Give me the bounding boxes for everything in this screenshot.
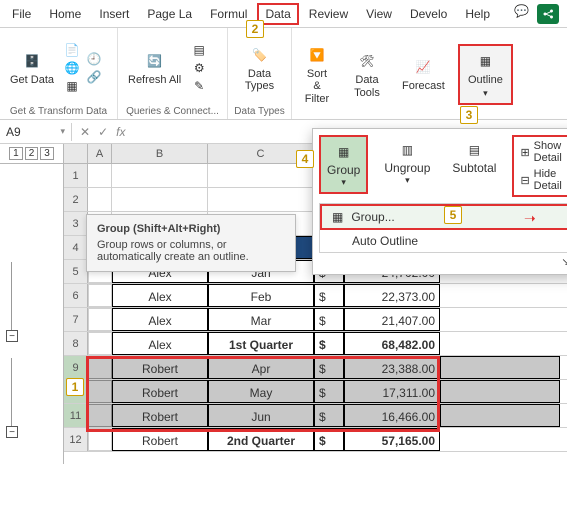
row-8: 8Alex1st Quarter$68,482.00	[64, 332, 567, 356]
outline-button[interactable]: ▦ Outline ▾	[458, 44, 513, 105]
tab-file[interactable]: File	[4, 3, 39, 25]
outline-collapse-2[interactable]: −	[6, 426, 18, 438]
group-icon: ▦	[333, 141, 355, 163]
chevron-down-icon: ▾	[341, 177, 346, 188]
tab-insert[interactable]: Insert	[91, 3, 137, 25]
forecast-icon: 📈	[412, 56, 434, 78]
outline-dropdown: ▦ Group ▾ ▥ Ungroup ▾ ▤ Subtotal ⊞Show D…	[312, 128, 567, 275]
sort-filter-icon: 🔽	[306, 44, 328, 66]
outline-collapse-1[interactable]: −	[6, 330, 18, 342]
row-11: 11RobertJun$16,466.00	[64, 404, 567, 428]
callout-5: 5	[444, 206, 462, 224]
arrow-icon: ➝	[524, 210, 536, 227]
tab-developer[interactable]: Develo	[402, 3, 455, 25]
chevron-down-icon: ▾	[483, 88, 488, 99]
auto-outline-menu-item[interactable]: Auto Outline	[320, 230, 567, 252]
dialog-launcher-icon[interactable]: ↘	[561, 257, 567, 268]
data-tools-icon: 🛠	[356, 50, 378, 72]
callout-1: 1	[66, 378, 84, 396]
queries-icon[interactable]: ▤	[191, 42, 207, 58]
row-7: 7AlexMar$21,407.00	[64, 308, 567, 332]
ungroup-icon: ▥	[396, 139, 418, 161]
group-label-queries: Queries & Connect...	[124, 104, 221, 117]
tooltip-title: Group (Shift+Alt+Right)	[97, 223, 285, 235]
from-text-icon[interactable]: 📄	[64, 42, 80, 58]
data-tools-button[interactable]: 🛠 Data Tools	[348, 48, 386, 100]
col-header-a[interactable]: A	[88, 144, 112, 163]
row-10: 10RobertMay$17,311.00	[64, 380, 567, 404]
callout-2: 2	[246, 20, 264, 38]
chevron-down-icon: ▾	[405, 175, 410, 186]
refresh-icon: 🔄	[144, 50, 166, 72]
from-table-icon[interactable]: ▦	[64, 78, 80, 94]
row-6: 6AlexFeb$22,373.00	[64, 284, 567, 308]
recent-sources-icon[interactable]: 🕘	[86, 51, 102, 67]
get-data-icon: 🗄️	[21, 50, 43, 72]
group-label-transform: Get & Transform Data	[6, 104, 111, 117]
get-data-button[interactable]: 🗄️ Get Data	[6, 48, 58, 88]
data-types-icon: 🏷️	[249, 44, 271, 66]
ungroup-button[interactable]: ▥ Ungroup ▾	[378, 135, 436, 190]
subtotal-icon: ▤	[463, 139, 485, 161]
name-box[interactable]: A9▾	[0, 123, 72, 141]
ribbon: 🗄️ Get Data 📄 🌐 ▦ 🕘 🔗 Get & Transform Da…	[0, 28, 567, 120]
data-types-button[interactable]: 🏷️ Data Types	[234, 42, 285, 94]
group-tooltip: Group (Shift+Alt+Right) Group rows or co…	[86, 214, 296, 272]
outline-icon: ▦	[474, 50, 496, 72]
fx-icon[interactable]: fx	[116, 125, 125, 139]
sort-filter-button[interactable]: 🔽 Sort & Filter	[298, 42, 336, 106]
group-icon: ▦	[332, 210, 343, 224]
enter-icon[interactable]: ✓	[98, 125, 108, 139]
tab-view[interactable]: View	[358, 3, 400, 25]
comments-icon[interactable]: 💬	[514, 4, 529, 24]
plus-icon: ⊞	[520, 146, 529, 159]
outline-levels[interactable]: 123	[0, 144, 63, 164]
outline-column: 123 − −	[0, 144, 64, 464]
row-12: 12Robert2nd Quarter$57,165.00	[64, 428, 567, 452]
tab-review[interactable]: Review	[301, 3, 356, 25]
refresh-all-button[interactable]: 🔄 Refresh All	[124, 48, 185, 88]
share-button[interactable]	[537, 4, 559, 24]
subtotal-button[interactable]: ▤ Subtotal	[446, 135, 502, 179]
tab-page-layout[interactable]: Page La	[139, 3, 200, 25]
minus-icon: ⊟	[520, 174, 529, 187]
from-web-icon[interactable]: 🌐	[64, 60, 80, 76]
group-label-types: Data Types	[234, 104, 285, 117]
show-detail-button[interactable]: ⊞Show Detail	[516, 139, 565, 165]
edit-links-icon[interactable]: ✎	[191, 78, 207, 94]
hide-detail-button[interactable]: ⊟Hide Detail	[516, 167, 565, 193]
chevron-down-icon: ▾	[60, 126, 65, 137]
callout-3: 3	[460, 106, 478, 124]
tab-help[interactable]: Help	[457, 3, 498, 25]
group-button[interactable]: ▦ Group ▾	[319, 135, 368, 194]
forecast-button[interactable]: 📈 Forecast	[398, 54, 449, 94]
existing-conn-icon[interactable]: 🔗	[86, 69, 102, 85]
callout-4: 4	[296, 150, 314, 168]
tooltip-body: Group rows or columns, or automatically …	[97, 239, 285, 263]
tab-home[interactable]: Home	[41, 3, 89, 25]
ribbon-tabs: File Home Insert Page La Formul Data Rev…	[0, 0, 567, 28]
cancel-icon[interactable]: ✕	[80, 125, 90, 139]
col-header-b[interactable]: B	[112, 144, 208, 163]
properties-icon[interactable]: ⚙	[191, 60, 207, 76]
row-9: 9RobertApr$23,388.00	[64, 356, 567, 380]
